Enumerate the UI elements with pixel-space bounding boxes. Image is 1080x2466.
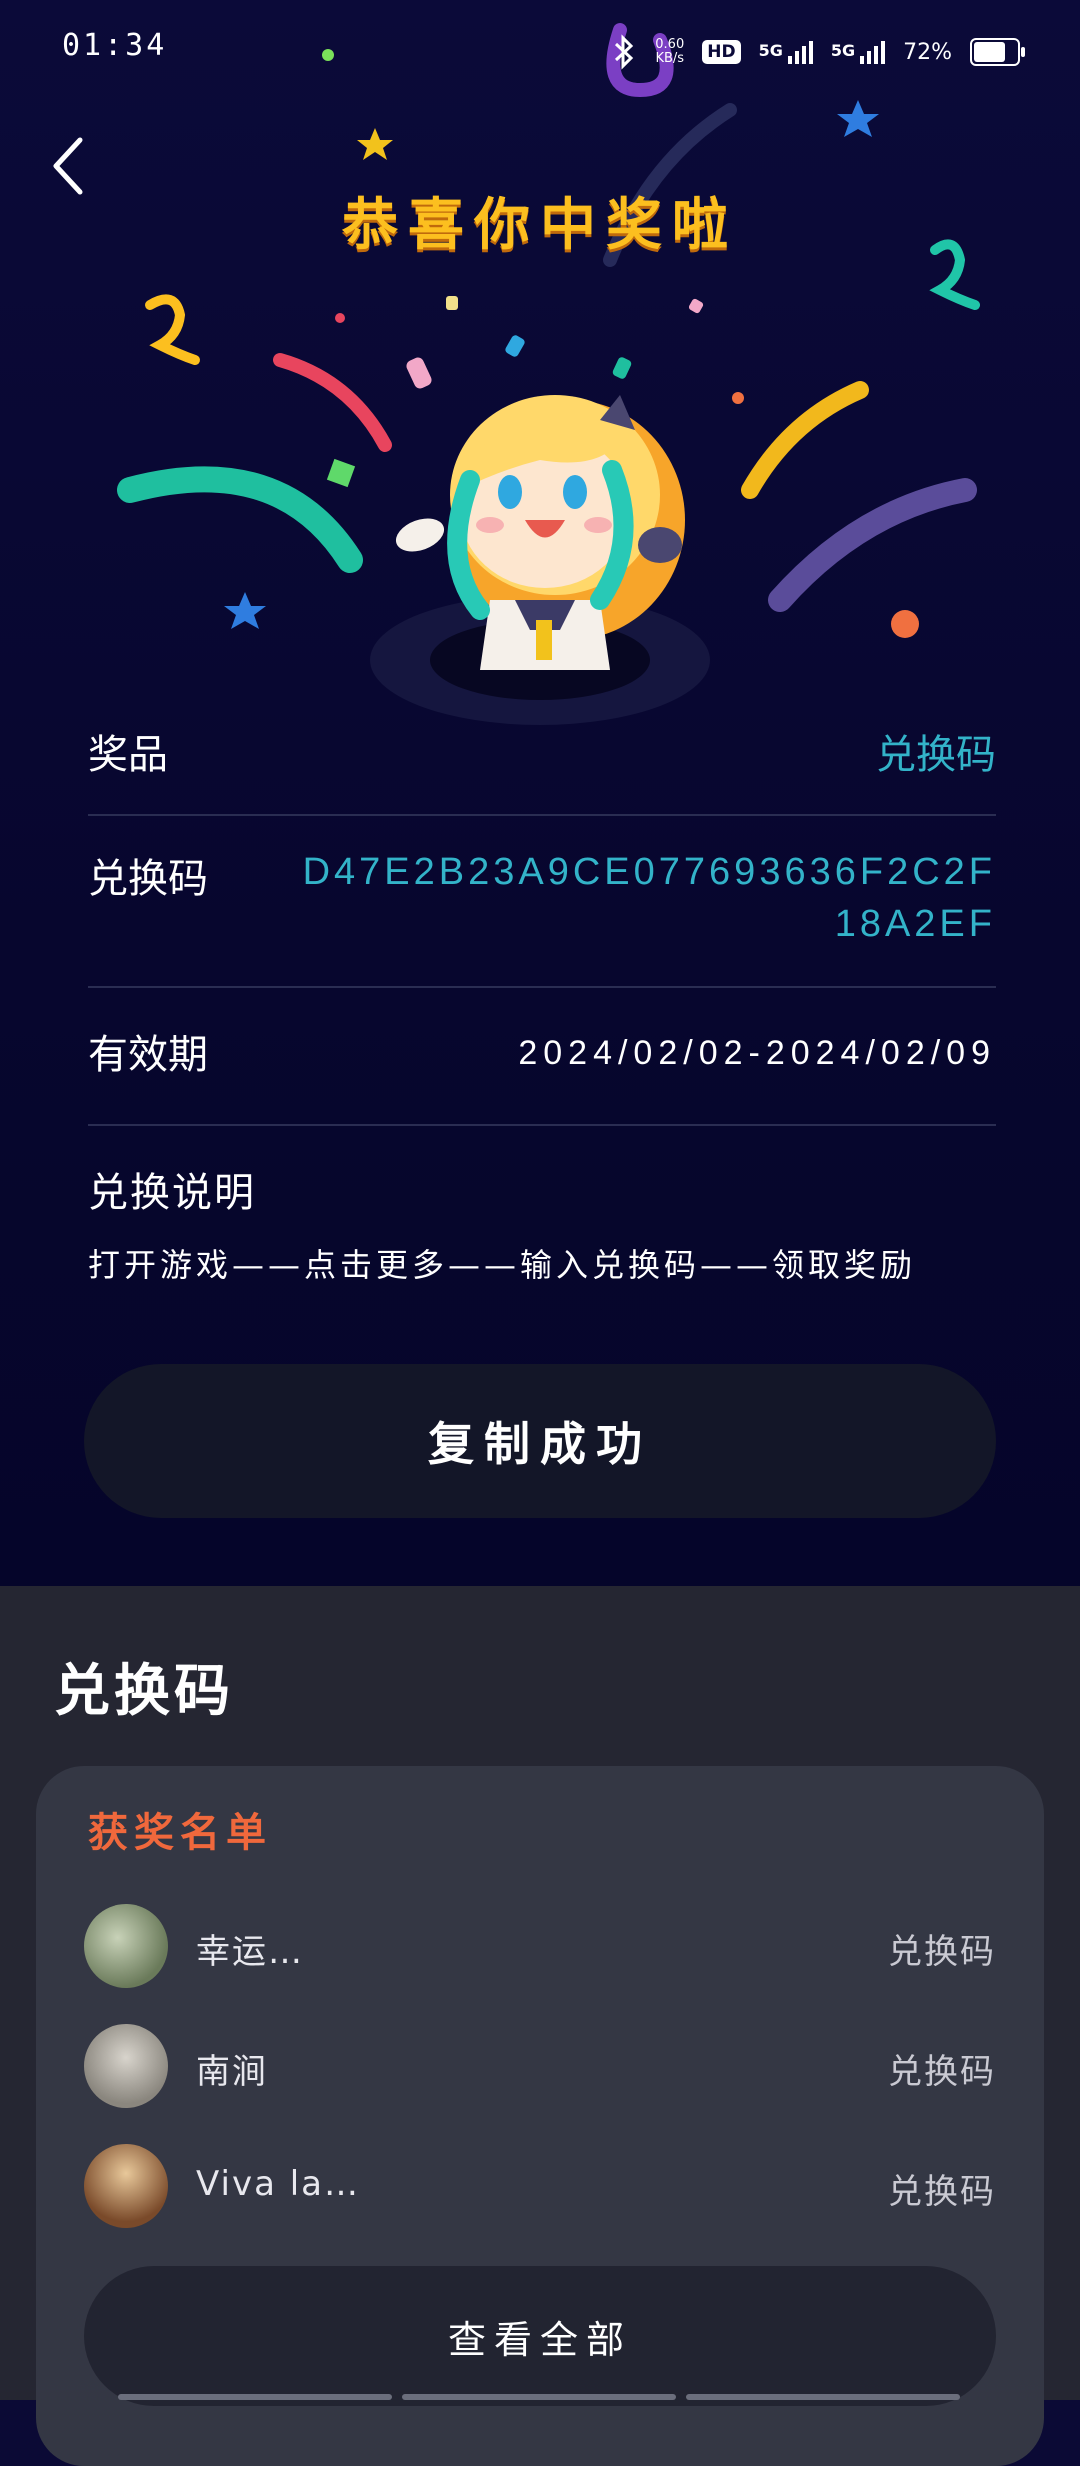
winner-prize: 兑换码 (888, 1932, 996, 1972)
section-title: 兑换码 (54, 1659, 234, 1724)
code-label: 兑换码 (88, 856, 208, 902)
signal-sim1-icon: 5G (758, 40, 813, 64)
celebration-illustration (117, 23, 980, 725)
instructions-text: 打开游戏——点击更多——输入兑换码——领取奖励 (88, 1246, 917, 1284)
avatar (84, 2144, 168, 2228)
sim1-label: 5G (758, 40, 783, 60)
status-time: 01:34 (62, 28, 168, 63)
validity-row: 有效期 2024/02/02-2024/02/09 (88, 1022, 996, 1126)
winner-prize: 兑换码 (888, 2052, 996, 2092)
instructions-label: 兑换说明 (88, 1170, 256, 1216)
validity-value: 2024/02/02-2024/02/09 (518, 1034, 996, 1072)
prize-panel: 01:34 0.60 KB/s HD 5G 5G 72% 恭喜你中奖啦 奖品 兑… (0, 0, 1080, 1586)
winners-card: 获奖名单 幸运… 兑换码 南涧 兑换码 Viva la… 兑换码 查看全部 (36, 1766, 1044, 2466)
prize-row: 奖品 兑换码 (88, 722, 996, 816)
bluetooth-icon (615, 34, 634, 70)
redeem-code-value[interactable]: D47E2B23A9CE077693636F2C2F18A2EF (296, 846, 996, 950)
sim2-label: 5G (830, 40, 856, 60)
status-bar: 01:34 0.60 KB/s HD 5G 5G 72% (0, 0, 1080, 100)
winner-name: 南涧 (196, 2052, 268, 2092)
network-speed-value: 0.60 (655, 37, 685, 52)
status-icons: 0.60 KB/s HD 5G 5G 72% (611, 30, 1025, 74)
winners-title: 获奖名单 (88, 1810, 272, 1856)
winner-row[interactable]: Viva la… 兑换码 (84, 2144, 996, 2234)
page-title: 恭喜你中奖啦 (342, 193, 738, 258)
code-row: 兑换码 D47E2B23A9CE077693636F2C2F18A2EF (88, 846, 996, 988)
bottom-tab-indicator (118, 2394, 960, 2400)
prize-value: 兑换码 (876, 732, 996, 778)
winner-name: 幸运… (196, 1932, 304, 1972)
winner-row[interactable]: 幸运… 兑换码 (84, 1904, 996, 1994)
avatar (84, 1904, 168, 1988)
network-speed-unit: KB/s (655, 51, 685, 66)
winner-row[interactable]: 南涧 兑换码 (84, 2024, 996, 2114)
winner-prize: 兑换码 (888, 2172, 996, 2212)
signal-sim2-icon: 5G (830, 40, 886, 64)
battery-icon (970, 38, 1025, 66)
prize-label: 奖品 (88, 732, 168, 778)
network-speed: 0.60 KB/s (655, 38, 684, 66)
hd-badge: HD (702, 40, 741, 64)
view-all-button[interactable]: 查看全部 (84, 2266, 996, 2406)
winner-name: Viva la… (196, 2164, 361, 2204)
copy-code-button[interactable]: 复制成功 (84, 1364, 996, 1518)
validity-label: 有效期 (88, 1032, 208, 1078)
redeem-code-section: 兑换码 获奖名单 幸运… 兑换码 南涧 兑换码 Viva la… 兑换码 查看全… (0, 1586, 1080, 2466)
battery-percent: 72% (903, 39, 952, 65)
avatar (84, 2024, 168, 2108)
